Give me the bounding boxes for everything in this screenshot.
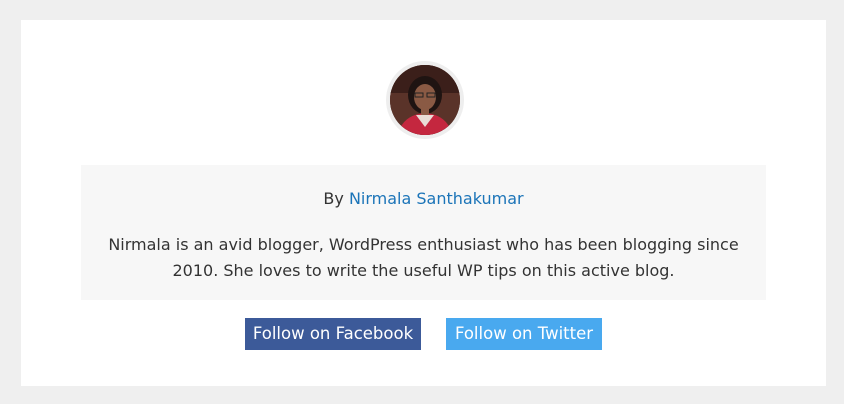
byline-prefix: By (323, 189, 344, 208)
author-photo (390, 65, 460, 135)
author-box-card: By Nirmala Santhakumar Nirmala is an avi… (21, 20, 826, 386)
author-bio: Nirmala is an avid blogger, WordPress en… (81, 232, 766, 284)
follow-facebook-button[interactable]: Follow on Facebook (245, 318, 421, 350)
author-bio-line-2: 2010. She loves to write the useful WP t… (172, 261, 675, 280)
author-bio-line-1: Nirmala is an avid blogger, WordPress en… (108, 235, 739, 254)
author-name-link[interactable]: Nirmala Santhakumar (349, 189, 524, 208)
avatar-frame (386, 61, 464, 139)
follow-twitter-button[interactable]: Follow on Twitter (446, 318, 602, 350)
author-avatar (390, 65, 460, 135)
author-byline: By Nirmala Santhakumar (81, 189, 766, 208)
author-bio-box: By Nirmala Santhakumar Nirmala is an avi… (81, 165, 766, 300)
